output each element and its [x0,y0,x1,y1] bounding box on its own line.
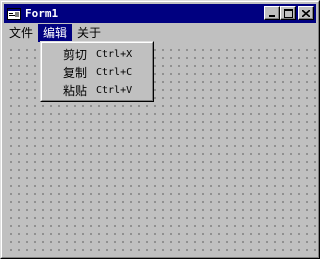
close-icon [302,9,310,17]
menu-item-paste[interactable]: 粘贴 Ctrl+V [42,81,152,99]
minimize-icon [269,14,275,17]
menu-edit[interactable]: 编辑 [38,24,73,42]
menu-item-label: 剪切 [63,47,88,62]
maximize-button[interactable] [280,6,296,20]
menu-item-shortcut: Ctrl+V [96,84,133,96]
window-title: Form1 [25,7,59,20]
form-window: Form1 文件 编辑 关于 [0,0,320,259]
menu-bar: 文件 编辑 关于 [4,23,316,43]
minimize-button[interactable] [264,6,280,20]
title-bar[interactable]: Form1 [4,4,316,23]
maximize-icon [283,8,293,18]
menu-item-label: 粘贴 [63,83,88,98]
close-button[interactable] [298,6,314,20]
menu-item-copy[interactable]: 复制 Ctrl+C [42,63,152,81]
menu-item-label: 复制 [63,65,88,80]
dropdown-frame: 剪切 Ctrl+X 复制 Ctrl+C 粘贴 Ctrl+V [41,42,153,101]
title-buttons [264,6,314,20]
menu-item-shortcut: Ctrl+X [96,48,133,60]
menu-item-cut[interactable]: 剪切 Ctrl+X [42,45,152,63]
menu-item-shortcut: Ctrl+C [96,66,133,78]
window-frame: Form1 文件 编辑 关于 [1,1,319,258]
menu-file[interactable]: 文件 [4,24,38,42]
form-icon[interactable] [6,6,22,22]
edit-dropdown-menu: 剪切 Ctrl+X 复制 Ctrl+C 粘贴 Ctrl+V [40,41,154,102]
menu-about[interactable]: 关于 [72,24,106,42]
